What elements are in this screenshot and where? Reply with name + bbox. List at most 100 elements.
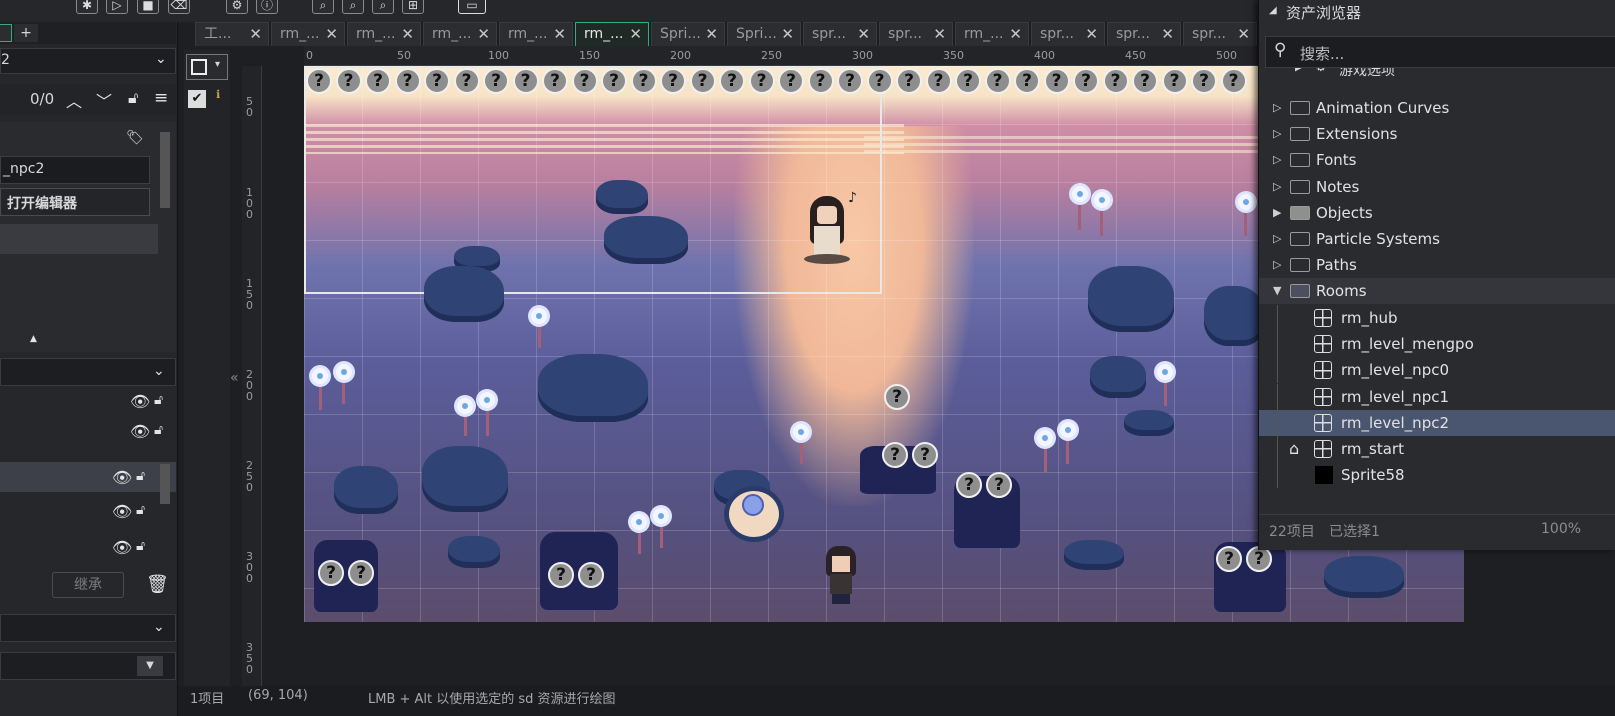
close-icon[interactable]: ✕ bbox=[857, 23, 870, 45]
expand-right-icon[interactable]: ▷ bbox=[1273, 174, 1281, 200]
question-mark-instance-icon[interactable]: ? bbox=[348, 560, 374, 586]
game-options-label[interactable]: 游戏选项 bbox=[1339, 68, 1395, 80]
brush-selector[interactable]: ▾ bbox=[186, 54, 228, 80]
question-mark-instance-icon[interactable]: ? bbox=[955, 68, 981, 94]
question-mark-instance-icon[interactable]: ? bbox=[925, 68, 952, 94]
grid-icon[interactable]: ⊞ bbox=[402, 0, 424, 14]
help-icon[interactable]: ⓘ bbox=[256, 0, 278, 14]
folder-animation-curves[interactable]: ▷ Animation Curves bbox=[1259, 95, 1615, 121]
question-mark-instance-icon[interactable]: ? bbox=[1161, 68, 1188, 94]
collapse-icon[interactable]: « bbox=[230, 370, 239, 386]
close-icon[interactable]: ✕ bbox=[325, 23, 338, 45]
resize-handle-icon[interactable]: ▲ bbox=[30, 334, 37, 344]
collapse-arrow-icon[interactable]: ◢ bbox=[1269, 5, 1277, 16]
chevron-up-icon[interactable]: ︿ bbox=[66, 88, 82, 112]
question-mark-instance-icon[interactable]: ? bbox=[453, 68, 480, 94]
question-mark-instance-icon[interactable]: ? bbox=[689, 68, 716, 94]
asset-search-input[interactable]: ⚲ 搜索... bbox=[1265, 36, 1615, 68]
question-mark-instance-icon[interactable]: ? bbox=[1102, 68, 1129, 94]
question-mark-instance-icon[interactable]: ? bbox=[1216, 546, 1242, 572]
tab[interactable]: spr... ✕ bbox=[803, 22, 877, 46]
expand-right-icon[interactable]: ▷ bbox=[1273, 121, 1281, 147]
close-icon[interactable]: ✕ bbox=[933, 23, 946, 45]
expand-right-icon[interactable]: ▷ bbox=[1273, 252, 1281, 278]
question-mark-instance-icon[interactable]: ? bbox=[1014, 68, 1040, 94]
question-mark-instance-icon[interactable]: ? bbox=[630, 68, 657, 94]
question-mark-instance-icon[interactable]: ? bbox=[660, 68, 686, 94]
checkbox-checked-icon[interactable]: ✔ bbox=[188, 90, 206, 108]
debug-icon[interactable]: ✱ bbox=[76, 0, 98, 14]
close-icon[interactable]: ✕ bbox=[705, 23, 718, 45]
tag-icon[interactable]: 🏷︎ bbox=[126, 130, 144, 146]
question-mark-instance-icon[interactable]: ? bbox=[483, 68, 509, 94]
chevron-down-icon[interactable]: ﹀ bbox=[96, 88, 112, 112]
tab[interactable]: rm_... ✕ bbox=[423, 22, 497, 46]
question-mark-instance-icon[interactable]: ? bbox=[394, 68, 421, 94]
question-mark-instance-icon[interactable]: ? bbox=[1073, 68, 1099, 94]
menu-icon[interactable]: ≡ bbox=[154, 88, 168, 108]
close-icon[interactable]: ✕ bbox=[1161, 23, 1174, 45]
tab[interactable]: rm_... ✕ bbox=[347, 22, 421, 46]
question-mark-instance-icon[interactable]: ? bbox=[807, 68, 834, 94]
question-mark-instance-icon[interactable]: ? bbox=[896, 68, 922, 94]
scrollbar[interactable] bbox=[160, 132, 170, 208]
folder-extensions[interactable]: ▷ Extensions bbox=[1259, 121, 1615, 147]
clean-icon[interactable]: ⌫ bbox=[168, 0, 190, 14]
close-icon[interactable]: ✕ bbox=[249, 23, 262, 45]
eye-icon[interactable]: 👁︎ bbox=[112, 468, 132, 487]
chevron-down-icon[interactable]: ⌄ bbox=[153, 619, 165, 635]
question-mark-instance-icon[interactable]: ? bbox=[986, 472, 1012, 498]
lock-icon[interactable]: 🔓︎ bbox=[128, 88, 138, 108]
trash-icon[interactable]: 🗑︎ bbox=[146, 574, 169, 595]
close-icon[interactable]: ✕ bbox=[1237, 23, 1250, 45]
question-mark-instance-icon[interactable]: ? bbox=[1132, 68, 1158, 94]
question-mark-instance-icon[interactable]: ? bbox=[578, 562, 604, 588]
expand-right-icon[interactable]: ▶ bbox=[1273, 200, 1281, 226]
npc-girl-sprite[interactable]: ♪ bbox=[804, 190, 857, 266]
room-item[interactable]: ⌂ rm_start bbox=[1259, 436, 1615, 462]
settings-icon[interactable]: ⚙ bbox=[226, 0, 248, 14]
room-name-input[interactable]: _npc2 bbox=[0, 156, 150, 184]
question-mark-instance-icon[interactable]: ? bbox=[318, 560, 344, 586]
question-mark-instance-icon[interactable]: ? bbox=[882, 442, 908, 468]
folder-paths[interactable]: ▷ Paths bbox=[1259, 252, 1615, 278]
left-tab[interactable] bbox=[0, 24, 12, 42]
close-icon[interactable]: ✕ bbox=[553, 23, 566, 45]
tab[interactable]: spr... ✕ bbox=[1107, 22, 1181, 46]
folder-fonts[interactable]: ▷ Fonts bbox=[1259, 147, 1615, 173]
tab[interactable]: spr... ✕ bbox=[1031, 22, 1105, 46]
question-mark-instance-icon[interactable]: ? bbox=[719, 68, 745, 94]
zoom-in-icon[interactable]: ⌕ bbox=[342, 0, 364, 14]
close-icon[interactable]: ✕ bbox=[1085, 23, 1098, 45]
lock-icon[interactable]: 🔓︎ bbox=[136, 538, 145, 554]
close-icon[interactable]: ✕ bbox=[401, 23, 414, 45]
expand-right-icon[interactable]: ▷ bbox=[1273, 226, 1281, 252]
tab[interactable]: rm_... ✕ bbox=[575, 22, 649, 46]
tab[interactable]: rm_... ✕ bbox=[271, 22, 345, 46]
question-mark-instance-icon[interactable]: ? bbox=[424, 68, 450, 94]
close-icon[interactable]: ✕ bbox=[781, 23, 794, 45]
room-item[interactable]: rm_level_npc0 bbox=[1259, 357, 1615, 384]
scrollbar[interactable] bbox=[160, 464, 170, 504]
lock-icon[interactable]: 🔓︎ bbox=[154, 422, 163, 438]
eye-icon[interactable]: 👁︎ bbox=[112, 538, 132, 557]
question-mark-instance-icon[interactable]: ? bbox=[748, 68, 775, 94]
tab[interactable]: spr... ✕ bbox=[1183, 22, 1257, 46]
question-mark-instance-icon[interactable]: ? bbox=[778, 68, 804, 94]
question-mark-instance-icon[interactable]: ? bbox=[542, 68, 568, 94]
chevron-down-icon[interactable]: ⌄ bbox=[155, 51, 167, 67]
folder-objects[interactable]: ▶ Objects bbox=[1259, 200, 1615, 226]
expand-arrow-icon[interactable]: ▶ bbox=[1295, 68, 1303, 73]
add-tab-button[interactable]: + bbox=[14, 24, 38, 42]
close-icon[interactable]: ✕ bbox=[1009, 23, 1022, 45]
question-mark-instance-icon[interactable]: ? bbox=[306, 68, 332, 94]
window-icon[interactable]: ▭ bbox=[458, 0, 486, 14]
folder-notes[interactable]: ▷ Notes bbox=[1259, 174, 1615, 200]
question-mark-instance-icon[interactable]: ? bbox=[1220, 68, 1247, 94]
lock-icon[interactable]: 🔓︎ bbox=[136, 502, 145, 518]
question-mark-instance-icon[interactable]: ? bbox=[601, 68, 627, 94]
question-mark-instance-icon[interactable]: ? bbox=[984, 68, 1011, 94]
room-item[interactable]: rm_hub bbox=[1259, 305, 1615, 331]
expand-right-icon[interactable]: ▷ bbox=[1273, 95, 1281, 121]
tab[interactable]: Spri... ✕ bbox=[727, 22, 801, 46]
